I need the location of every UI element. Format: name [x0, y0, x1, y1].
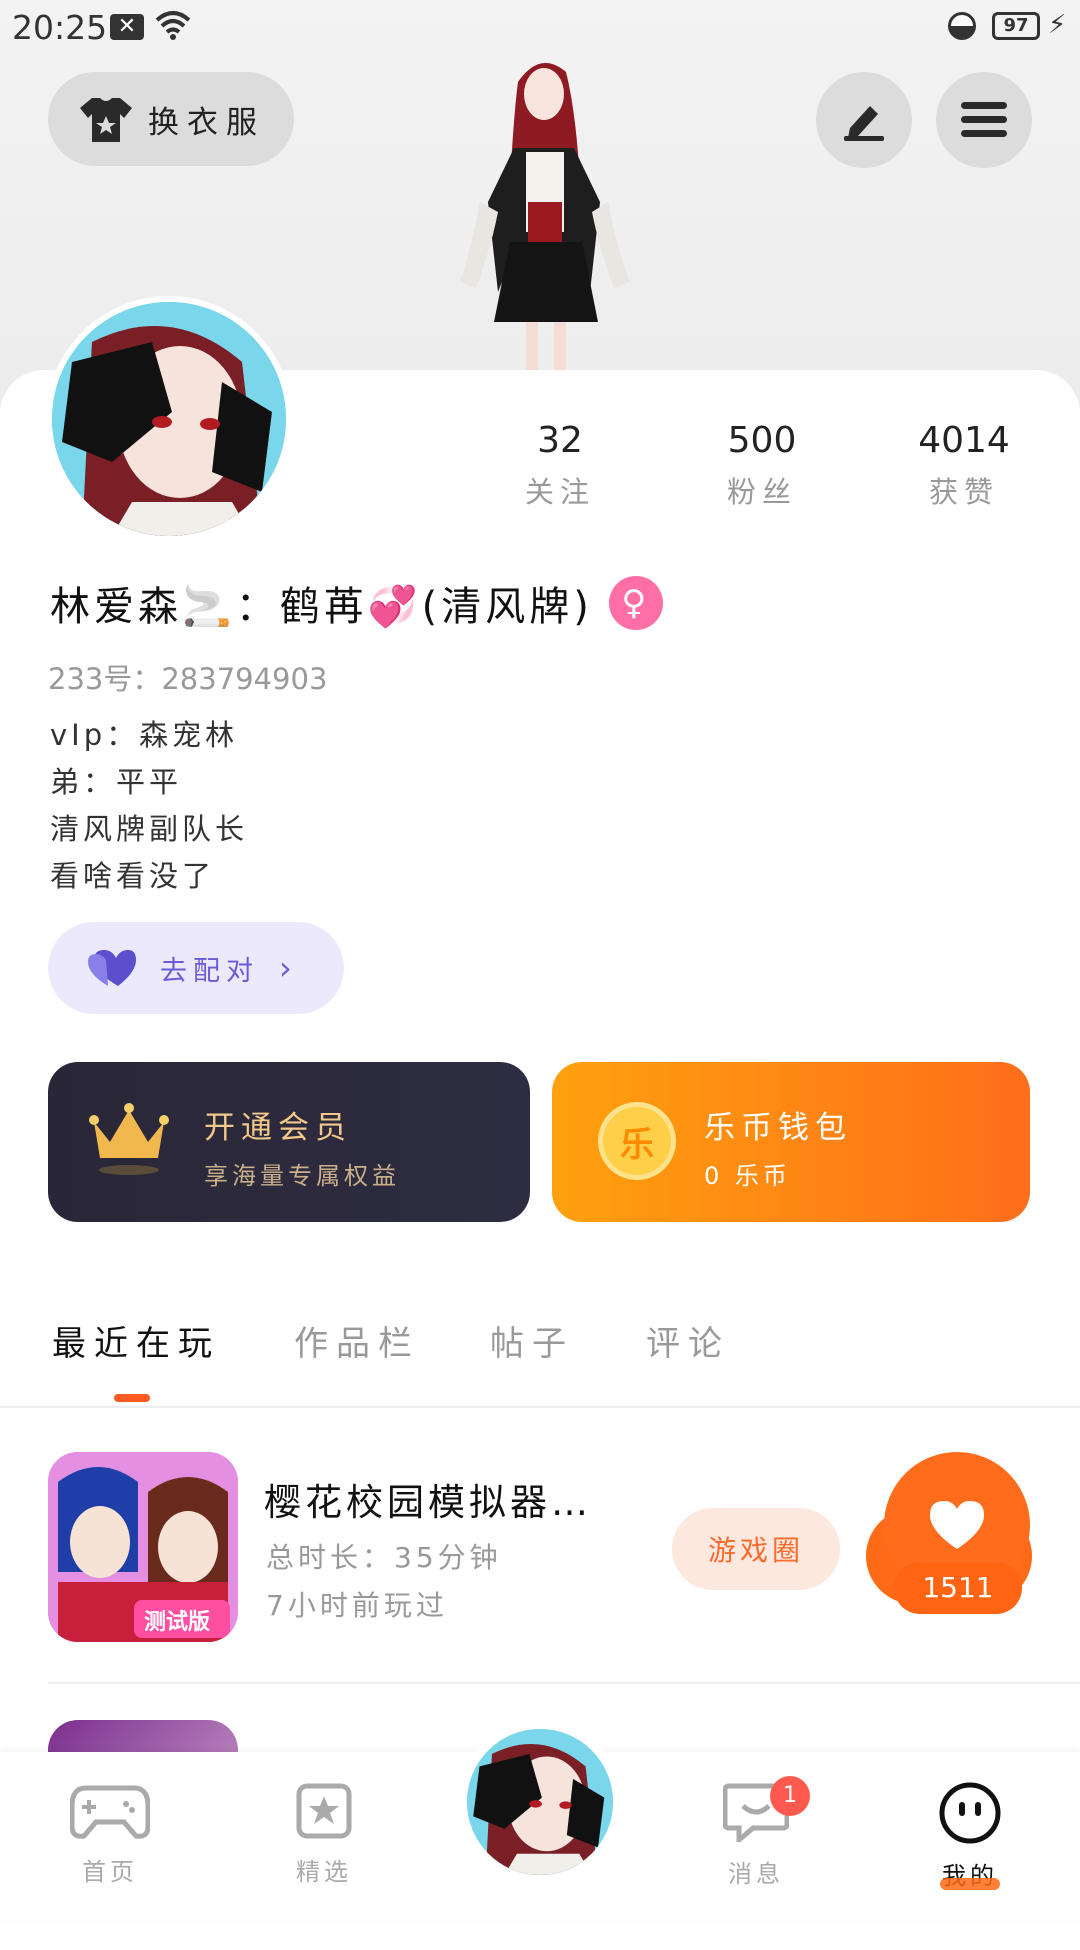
coin-wallet-card[interactable]: 乐 乐币钱包 0 乐币	[552, 1062, 1030, 1222]
stat-following-value: 32	[537, 420, 583, 461]
message-count-badge: 1	[770, 1776, 810, 1816]
stat-likes-value: 4014	[918, 420, 1010, 461]
shirt-icon	[80, 98, 132, 142]
charging-icon: ⚡	[1048, 10, 1067, 40]
nav-home[interactable]: 首页	[40, 1782, 180, 1887]
hamburger-menu-icon	[961, 102, 1007, 137]
wallet-balance: 0 乐币	[704, 1162, 791, 1190]
heart-icon	[930, 1501, 984, 1549]
go-match-button[interactable]: 去配对 ›	[48, 922, 344, 1014]
nickname-text: 林爱森🚬：鹤苒💞(清风牌)	[50, 584, 593, 630]
nav-avatar-image	[467, 1729, 613, 1875]
menu-button[interactable]	[936, 72, 1032, 168]
avatar-3d-character	[460, 63, 630, 372]
nav-center-avatar[interactable]	[458, 1720, 622, 1884]
profile-avatar[interactable]	[46, 296, 292, 542]
game-name: 樱花校园模拟器测...	[264, 1481, 624, 1524]
stat-followers-label: 粉丝	[726, 475, 797, 509]
female-gender-icon: ♀	[608, 576, 663, 630]
star-bookmark-icon	[296, 1783, 352, 1839]
game-icon-badge: 测试版	[144, 1610, 211, 1635]
stat-likes-label: 获赞	[928, 475, 999, 509]
nav-featured-label: 精选	[296, 1858, 352, 1886]
change-outfit-button[interactable]: 换衣服	[48, 72, 294, 166]
battery-indicator: 97	[992, 12, 1040, 40]
stat-followers-value: 500	[727, 420, 797, 461]
list-divider	[48, 1682, 1080, 1684]
double-heart-icon	[88, 950, 136, 986]
coin-icon: 乐	[598, 1102, 676, 1180]
change-outfit-label: 换衣服	[148, 104, 265, 141]
tab-comments[interactable]: 评论	[646, 1316, 730, 1365]
vip-membership-card[interactable]: 开通会员 享海量专属权益	[48, 1062, 530, 1222]
wallet-title: 乐币钱包	[704, 1110, 852, 1146]
nav-featured[interactable]: 精选	[254, 1782, 394, 1887]
avatar-portrait-image	[52, 302, 286, 536]
stat-following-label: 关注	[524, 475, 595, 509]
bio-line: 清风牌副队长	[50, 812, 249, 846]
crown-icon	[89, 1103, 169, 1175]
like-button[interactable]: 1511	[862, 1452, 1032, 1632]
tab-works[interactable]: 作品栏	[294, 1316, 420, 1365]
nav-messages[interactable]: 1 消息	[686, 1776, 826, 1889]
tab-posts[interactable]: 帖子	[490, 1316, 574, 1365]
bio-line: 弟：平平	[50, 765, 183, 799]
list-item[interactable]: 测试版 樱花校园模拟器测... 总时长：35分钟 7小时前玩过 游戏圈 1511	[0, 1452, 1080, 1652]
nav-messages-label: 消息	[728, 1860, 784, 1888]
game-circle-button[interactable]: 游戏圈	[672, 1508, 840, 1590]
bio-line: 看啥看没了	[50, 859, 216, 893]
nav-mine[interactable]: 我的	[900, 1782, 1040, 1891]
edit-profile-button[interactable]	[816, 72, 912, 168]
gamepad-icon	[69, 1785, 151, 1839]
profile-nickname: 林爱森🚬：鹤苒💞(清风牌) ♀	[50, 574, 663, 632]
stat-following[interactable]: 32 关注	[480, 420, 640, 511]
game-duration: 总时长：35分钟	[266, 1541, 502, 1574]
active-nav-indicator	[940, 1878, 1000, 1890]
like-count: 1511	[894, 1562, 1022, 1614]
go-match-label: 去配对	[160, 955, 259, 987]
vip-title: 开通会员	[204, 1110, 352, 1146]
content-tabs: 最近在玩 作品栏 帖子 评论	[0, 1310, 1080, 1408]
bio-line: vIp：森宠林	[50, 718, 239, 752]
pencil-icon	[844, 106, 884, 141]
nav-home-label: 首页	[82, 1858, 138, 1886]
stat-likes[interactable]: 4014 获赞	[884, 420, 1044, 511]
game-last-played: 7小时前玩过	[266, 1589, 448, 1622]
wifi-icon	[155, 11, 191, 40]
game-icon[interactable]: 测试版	[48, 1452, 238, 1642]
status-bar: 20:25 ✕ 97 ⚡	[0, 0, 1080, 56]
do-not-disturb-icon	[948, 12, 976, 40]
stat-followers[interactable]: 500 粉丝	[682, 420, 842, 511]
status-time: 20:25	[12, 8, 108, 47]
profile-bio: vIp：森宠林 弟：平平 清风牌副队长 看啥看没了	[50, 712, 248, 900]
tab-recent-play[interactable]: 最近在玩	[52, 1316, 220, 1365]
chevron-right-icon: ›	[279, 949, 298, 987]
bottom-navigation: 首页 精选 1 消息 我的	[0, 1720, 1080, 1920]
active-tab-indicator	[114, 1394, 150, 1402]
vip-subtitle: 享海量专属权益	[204, 1162, 400, 1190]
account-id: 233号：283794903	[48, 662, 328, 696]
smiley-face-icon	[939, 1782, 1001, 1844]
notification-close-icon: ✕	[110, 14, 144, 40]
